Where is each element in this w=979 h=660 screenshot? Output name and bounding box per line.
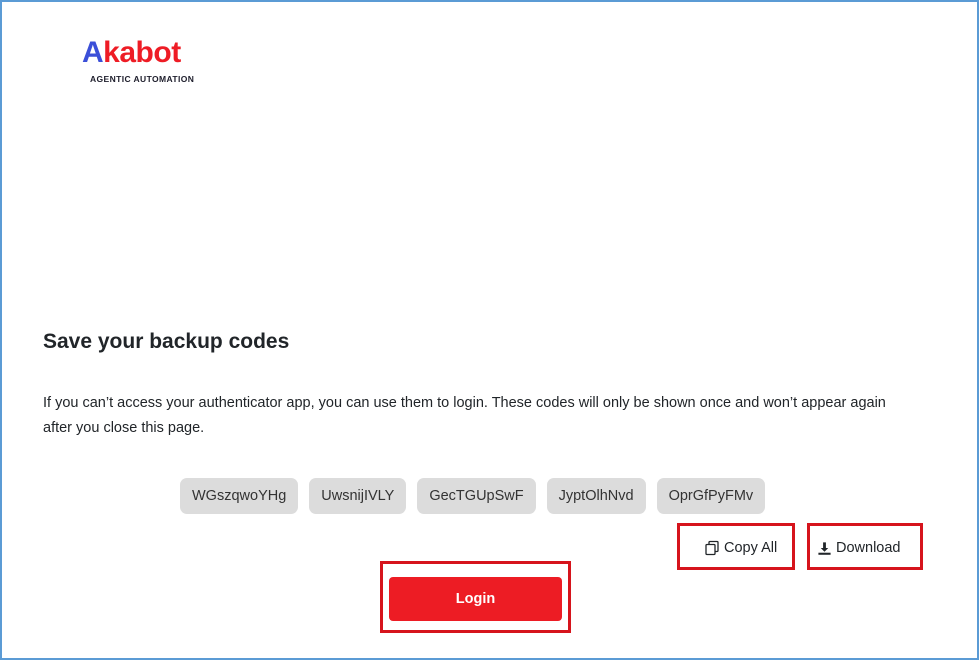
backup-code: WGszqwoYHg — [180, 478, 299, 514]
page-frame: Akabot AGENTIC AUTOMATION Save your back… — [0, 0, 979, 660]
download-icon — [817, 541, 832, 556]
akabot-logo: Akabot AGENTIC AUTOMATION — [82, 36, 212, 86]
backup-codes-list: WGszqwoYHg UwsnijIVLY GecTGUpSwF JyptOlh… — [180, 478, 766, 514]
copy-all-button[interactable]: Copy All — [704, 537, 777, 559]
copy-all-label: Copy All — [724, 540, 778, 556]
backup-code: OprGfPyFMv — [656, 478, 766, 514]
logo-wordmark: Akabot — [82, 36, 181, 70]
download-label: Download — [836, 540, 901, 556]
login-button[interactable]: Login — [389, 577, 562, 621]
logo-letter-a: A — [82, 36, 104, 69]
backup-code: UwsnijIVLY — [309, 478, 407, 514]
backup-code: GecTGUpSwF — [417, 478, 536, 514]
page-title: Save your backup codes — [43, 330, 290, 353]
download-button[interactable]: Download — [817, 537, 901, 559]
copy-icon — [704, 540, 720, 556]
page-description: If you can’t access your authenticator a… — [43, 395, 886, 436]
logo-letters-rest: kabot — [103, 36, 181, 69]
logo-tagline: AGENTIC AUTOMATION — [90, 74, 195, 84]
backup-code: JyptOlhNvd — [546, 478, 646, 514]
